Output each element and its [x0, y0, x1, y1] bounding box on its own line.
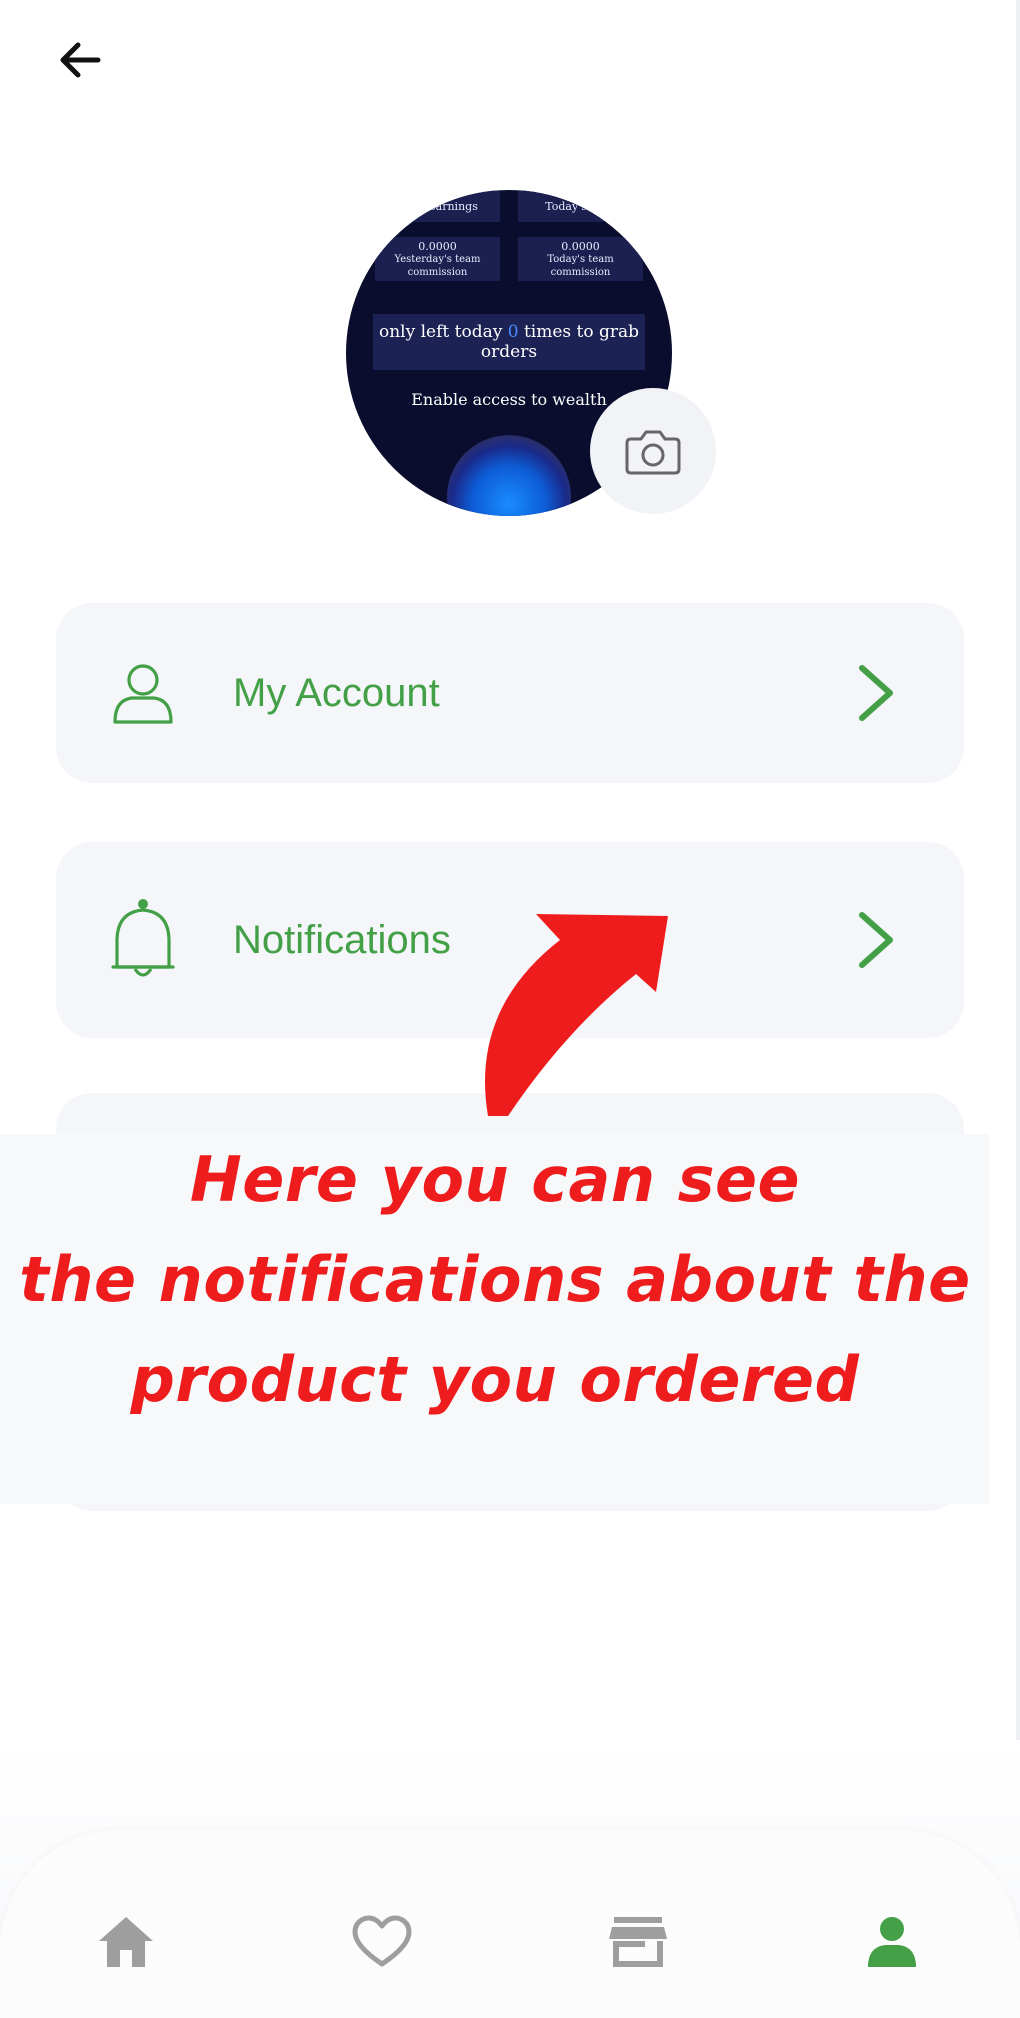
- right-edge-divider: [1016, 0, 1020, 2018]
- heart-icon: [352, 1915, 412, 1967]
- menu-label-notifications: Notifications: [233, 917, 451, 962]
- menu-item-my-account[interactable]: My Account: [56, 603, 964, 783]
- arrow-left-icon: [60, 42, 101, 78]
- photo-box-today-earnings: Today's earn: [518, 190, 643, 222]
- chevron-right-icon: [848, 658, 904, 728]
- curved-arrow-icon: [485, 914, 668, 1116]
- nav-profile[interactable]: [852, 1902, 932, 1982]
- store-icon: [609, 1917, 667, 1967]
- photo-box-yesterday-commission: 0.0000 Yesterday's team commission: [375, 237, 500, 281]
- bell-icon: [108, 899, 178, 977]
- photo-box-earnings: day's earnings: [375, 190, 500, 222]
- photo-orb: [447, 435, 571, 516]
- back-button[interactable]: [50, 30, 110, 90]
- nav-store[interactable]: [598, 1902, 678, 1982]
- menu-label-my-account: My Account: [233, 670, 440, 715]
- photo-banner: only left today 0 times to grab orders: [373, 314, 645, 370]
- photo-box-today-commission: 0.0000 Today's team commission: [518, 237, 643, 281]
- camera-icon: [625, 430, 681, 475]
- nav-home[interactable]: [86, 1902, 166, 1982]
- change-photo-button[interactable]: [590, 388, 716, 514]
- profile-icon: [868, 1917, 916, 1967]
- nav-favorites[interactable]: [342, 1902, 422, 1982]
- home-icon: [99, 1917, 153, 1967]
- annotation-text: Here you can see the notifications about…: [19, 1143, 971, 1416]
- user-icon: [108, 658, 178, 728]
- chevron-right-icon: [848, 905, 904, 975]
